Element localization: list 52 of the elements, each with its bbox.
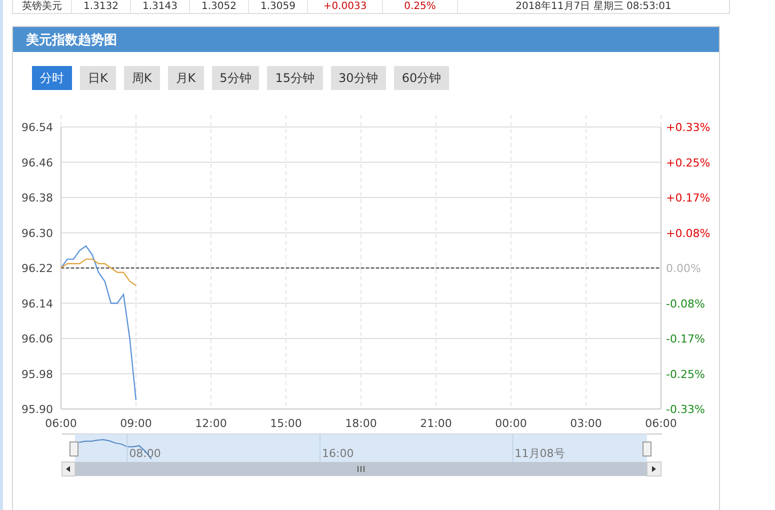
panel-title: 美元指数趋势图 [26, 32, 117, 48]
x-axis-label: 12:00 [195, 417, 227, 430]
period-tab[interactable]: 5分钟 [212, 66, 260, 90]
navigator-label: 11月08号 [514, 447, 565, 460]
period-tab[interactable]: 30分钟 [330, 66, 386, 90]
percent-label: -0.17% [666, 332, 705, 346]
y-axis-label: 95.98 [22, 368, 53, 381]
x-axis-label: 06:00 [45, 417, 77, 430]
x-axis-label: 03:00 [570, 417, 602, 430]
x-axis-label: 09:00 [120, 417, 152, 430]
quote-cell: 1.3059 [249, 0, 308, 13]
navigator-label: 16:00 [322, 447, 354, 460]
percent-label: +0.08% [666, 226, 710, 240]
x-axis-label: 21:00 [420, 417, 452, 430]
percent-label: +0.17% [666, 192, 710, 204]
y-axis-label: 96.54 [22, 121, 53, 134]
quote-cell: +0.0033 [308, 0, 383, 13]
scrollbar-thumb[interactable] [75, 462, 647, 476]
navigator-handle[interactable] [70, 442, 78, 456]
navigator-handle[interactable] [642, 442, 652, 456]
y-axis-label: 95.90 [22, 403, 53, 416]
grip-icon [358, 466, 364, 472]
percent-label: 0.00% [666, 262, 701, 275]
quote-cell: 1.3052 [190, 0, 249, 13]
quote-cell-text: 2018年11月7日 星期三 08:53:01 [514, 0, 672, 13]
x-axis-label: 15:00 [270, 417, 302, 430]
percent-label: -0.08% [666, 297, 705, 310]
x-axis-label: 06:00 [645, 417, 677, 430]
quote-cell: 0.25% [383, 0, 458, 13]
quote-cell: 1.3132 [72, 0, 131, 13]
x-axis-label: 18:00 [345, 417, 377, 430]
y-axis-label: 96.46 [22, 156, 53, 170]
scroll-right-button[interactable] [646, 462, 662, 476]
y-axis-label: 96.06 [22, 332, 53, 346]
y-axis-label: 96.38 [22, 192, 53, 204]
percent-label: -0.33% [666, 403, 705, 416]
quote-cell: 1.3143 [131, 0, 190, 13]
period-tab[interactable]: 月K [168, 66, 204, 90]
quote-cell: 英镑美元 [13, 0, 72, 13]
period-tab[interactable]: 分时 [32, 66, 72, 90]
y-axis-label: 96.22 [22, 262, 53, 275]
period-tab[interactable]: 周K [124, 66, 160, 90]
period-tab[interactable]: 60分钟 [394, 66, 450, 90]
x-axis-label: 00:00 [495, 417, 527, 430]
percent-label: +0.25% [666, 156, 710, 170]
scroll-left-button[interactable] [62, 462, 76, 476]
percent-label: -0.25% [666, 368, 705, 381]
period-tab[interactable]: 15分钟 [267, 66, 323, 90]
y-axis-label: 96.14 [22, 297, 53, 310]
percent-label: +0.33% [666, 121, 710, 134]
period-tab[interactable]: 日K [80, 66, 116, 90]
y-axis-label: 96.30 [22, 226, 53, 240]
